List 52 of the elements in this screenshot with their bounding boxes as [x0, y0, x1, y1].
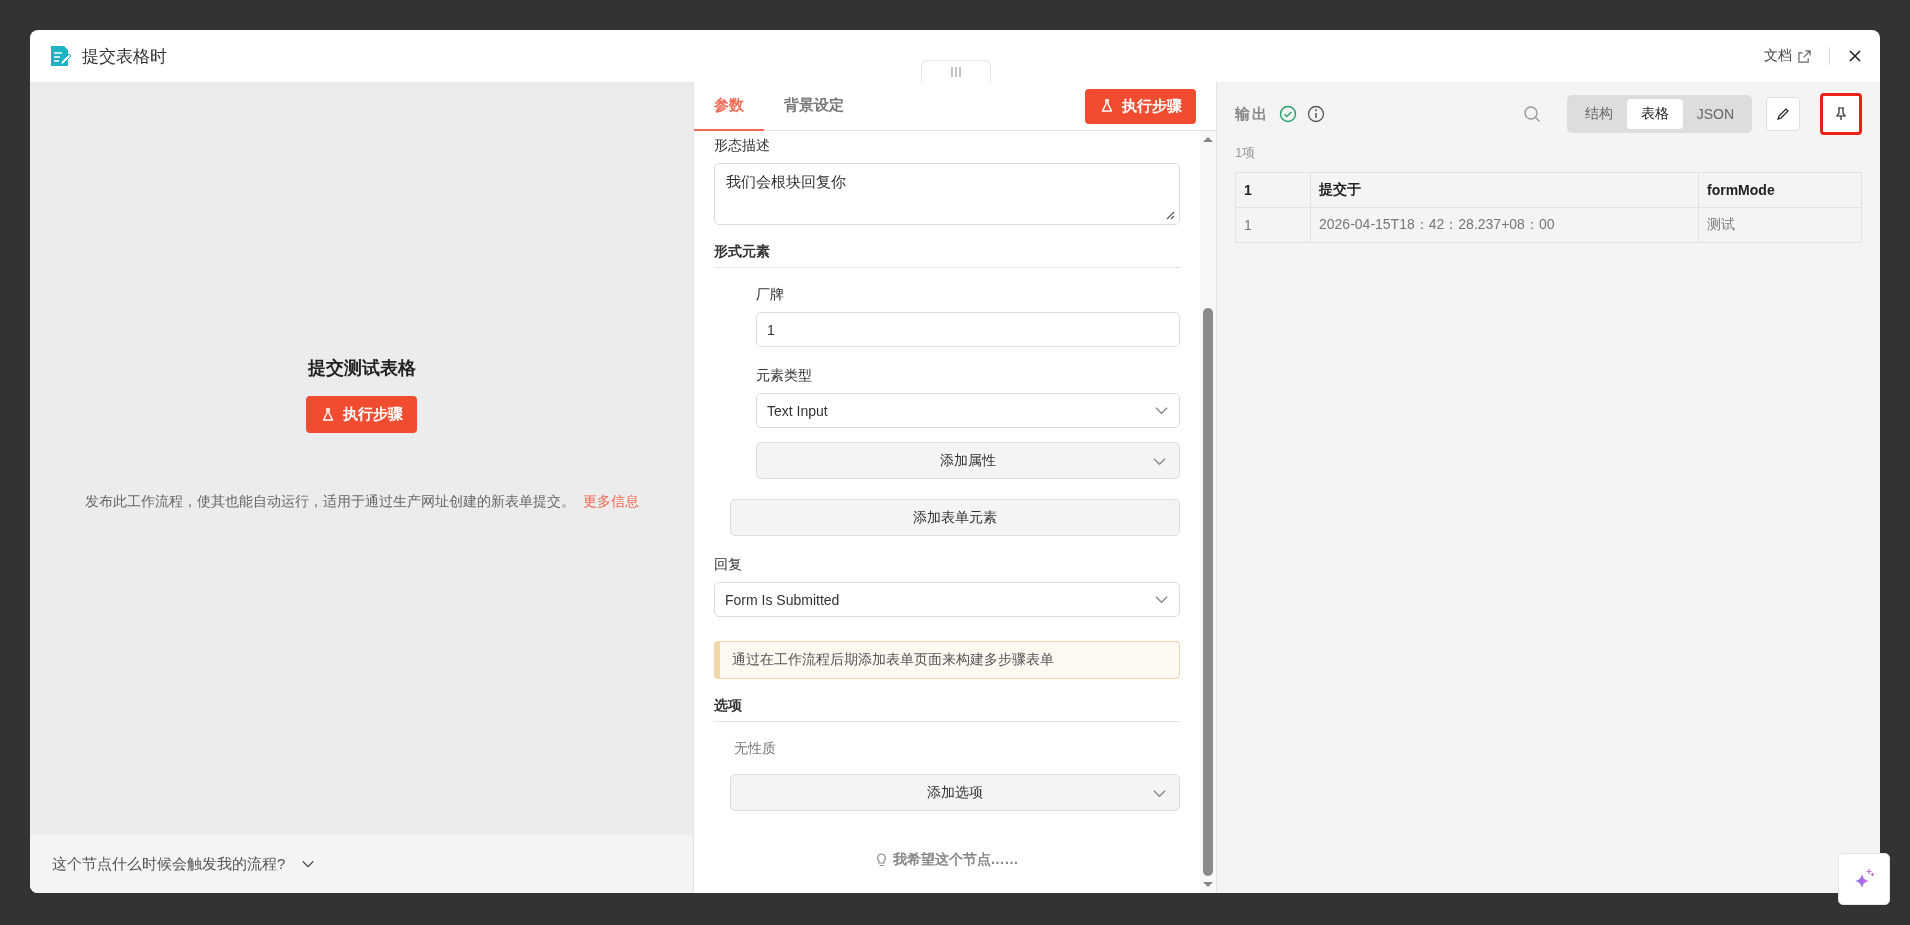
- trigger-question-toggle[interactable]: 这个节点什么时候会触发我的流程?: [52, 854, 316, 874]
- item-count: 1项: [1235, 144, 1257, 162]
- edit-button[interactable]: [1766, 97, 1800, 131]
- dialog-title: 提交表格时: [82, 45, 167, 68]
- respond-dropdown[interactable]: Form Is Submitted: [714, 582, 1180, 617]
- pencil-icon: [1776, 107, 1790, 121]
- pin-icon: [1834, 107, 1848, 121]
- column-header: formMode: [1698, 172, 1862, 208]
- pin-button[interactable]: [1820, 93, 1862, 135]
- drag-handle[interactable]: [921, 60, 991, 82]
- column-header: 提交于: [1310, 172, 1699, 208]
- search-icon[interactable]: [1522, 105, 1541, 123]
- empty-text: 无性质: [734, 740, 777, 758]
- resize-handle-icon: [1166, 211, 1175, 220]
- description-text: 发布此工作流程，使其也能自动运行，适用于通过生产网址创建的新表单提交。 更多信息: [84, 493, 639, 511]
- close-icon[interactable]: [1848, 49, 1862, 63]
- docs-link[interactable]: 文档: [1764, 47, 1811, 65]
- grip-icon: [951, 65, 961, 78]
- view-tab[interactable]: 表格: [1626, 99, 1683, 129]
- run-step-button[interactable]: 执行步骤: [306, 396, 417, 433]
- panel-heading: 提交测试表格: [307, 357, 416, 380]
- description-field[interactable]: 我们会根块回复你: [714, 163, 1180, 225]
- run-step-button[interactable]: 执行步骤: [1085, 88, 1196, 124]
- external-link-icon: [1798, 49, 1811, 63]
- flask-icon: [320, 406, 336, 423]
- output-title: 输出: [1235, 104, 1269, 124]
- text-field[interactable]: 1: [756, 312, 1180, 347]
- section-heading: 形式元素: [714, 225, 1180, 268]
- feedback-link[interactable]: 我希望这个节点……: [875, 851, 1019, 869]
- add-attribute-dropdown[interactable]: 添加属性: [756, 442, 1180, 479]
- view-tab[interactable]: JSON: [1682, 99, 1748, 129]
- view-tab[interactable]: 结构: [1570, 99, 1627, 129]
- section-heading: 选项: [714, 679, 1180, 722]
- table-cell: 测试: [1698, 207, 1862, 243]
- flask-icon: [1099, 98, 1115, 114]
- table-cell: 1: [1235, 207, 1311, 243]
- scrollbar[interactable]: [1200, 131, 1216, 893]
- info-icon: [1307, 105, 1325, 123]
- add-option-dropdown[interactable]: 添加选项: [730, 774, 1180, 811]
- field-label: 元素类型: [756, 367, 813, 385]
- element-type-dropdown[interactable]: Text Input: [756, 393, 1180, 428]
- table-cell: 2026-04-15T18：42：28.237+08：00: [1310, 207, 1699, 243]
- form-icon: [48, 44, 72, 68]
- notice-banner: 通过在工作流程后期添加表单页面来构建多步骤表单: [714, 641, 1180, 679]
- field-label: 回复: [714, 556, 743, 574]
- column-header: 1: [1235, 172, 1311, 208]
- lightbulb-icon: [875, 853, 887, 867]
- tab[interactable]: 背景设定: [764, 81, 864, 131]
- field-label: 形态描述: [714, 137, 771, 155]
- assistant-button[interactable]: [1838, 853, 1890, 905]
- add-form-element-button[interactable]: 添加表单元素: [730, 499, 1180, 536]
- field-label: 厂牌: [756, 286, 785, 304]
